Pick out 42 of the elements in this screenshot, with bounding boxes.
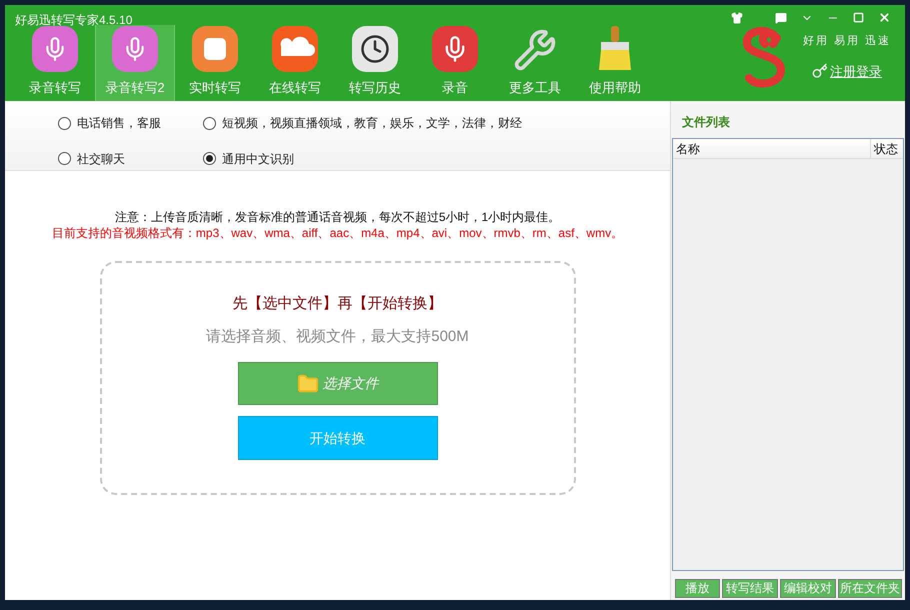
radio-button[interactable] (58, 116, 71, 130)
toolbar-tab[interactable]: 实时转写 (175, 25, 255, 101)
toolbar-tab[interactable]: 转写历史 (335, 25, 415, 101)
key-icon (812, 63, 828, 80)
wrench-icon (513, 28, 557, 72)
skin-icon[interactable] (731, 12, 743, 24)
radio-button[interactable] (203, 152, 216, 165)
folder-icon (296, 372, 318, 394)
column-header[interactable]: 名称 (673, 139, 870, 158)
message-icon[interactable] (775, 12, 787, 24)
scenario-label: 电话销售，客服 (77, 115, 161, 132)
toolbar-tab[interactable]: 录音 (415, 25, 495, 101)
file-list-title: 文件列表 (681, 114, 731, 131)
microphone-icon (432, 26, 478, 72)
toolbar-tab[interactable]: 录音转写2 (95, 25, 175, 101)
scenario-label: 通用中文识别 (222, 150, 294, 168)
maximize-icon[interactable] (853, 12, 864, 23)
toolbar-tab[interactable]: 使用帮助 (575, 25, 655, 101)
radio-button[interactable] (58, 152, 71, 165)
formats-text: 目前支持的音视频格式有：mp3、wav、wma、aiff、aac、m4a、mp4、avi、mov、rmvb、rm、asf、wmv。 (52, 225, 624, 241)
scenario-label: 社交聊天 (77, 150, 125, 168)
upload-prompt: 先【选中文件】再【开始转换】 (232, 294, 442, 314)
microphone-icon (32, 26, 78, 72)
close-icon[interactable] (878, 11, 891, 24)
start-button[interactable]: 开始转换 (238, 416, 438, 460)
notice-text: 注意：上传音质清晰，发音标准的普通话音视频，每次不超过5小时，1小时内最佳。 (114, 209, 560, 225)
file-action-button[interactable]: 转写结果 (722, 579, 778, 598)
microphone-icon (112, 26, 158, 72)
column-header[interactable]: 状态 (870, 139, 903, 158)
clock-icon (352, 26, 398, 72)
toolbar-tab[interactable]: 更多工具 (495, 25, 575, 101)
login-link[interactable]: 注册登录 (830, 62, 882, 81)
select-file-button[interactable]: 选择文件 (238, 362, 438, 405)
file-action-button[interactable]: 编辑校对 (780, 579, 836, 598)
cloud-icon (272, 26, 318, 72)
scenario-label: 短视频，视频直播领域，教育，娱乐，文学，法律，财经 (222, 115, 522, 132)
toolbar-tab[interactable]: 在线转写 (255, 25, 335, 101)
file-action-button[interactable]: 所在文件夹 (838, 579, 902, 598)
upload-hint: 请选择音频、视频文件，最大支持500M (206, 326, 469, 346)
file-action-button[interactable]: 播放 (675, 579, 720, 598)
tagline: 好用 易用 迅速 (802, 34, 891, 49)
radio-button[interactable] (203, 116, 216, 130)
